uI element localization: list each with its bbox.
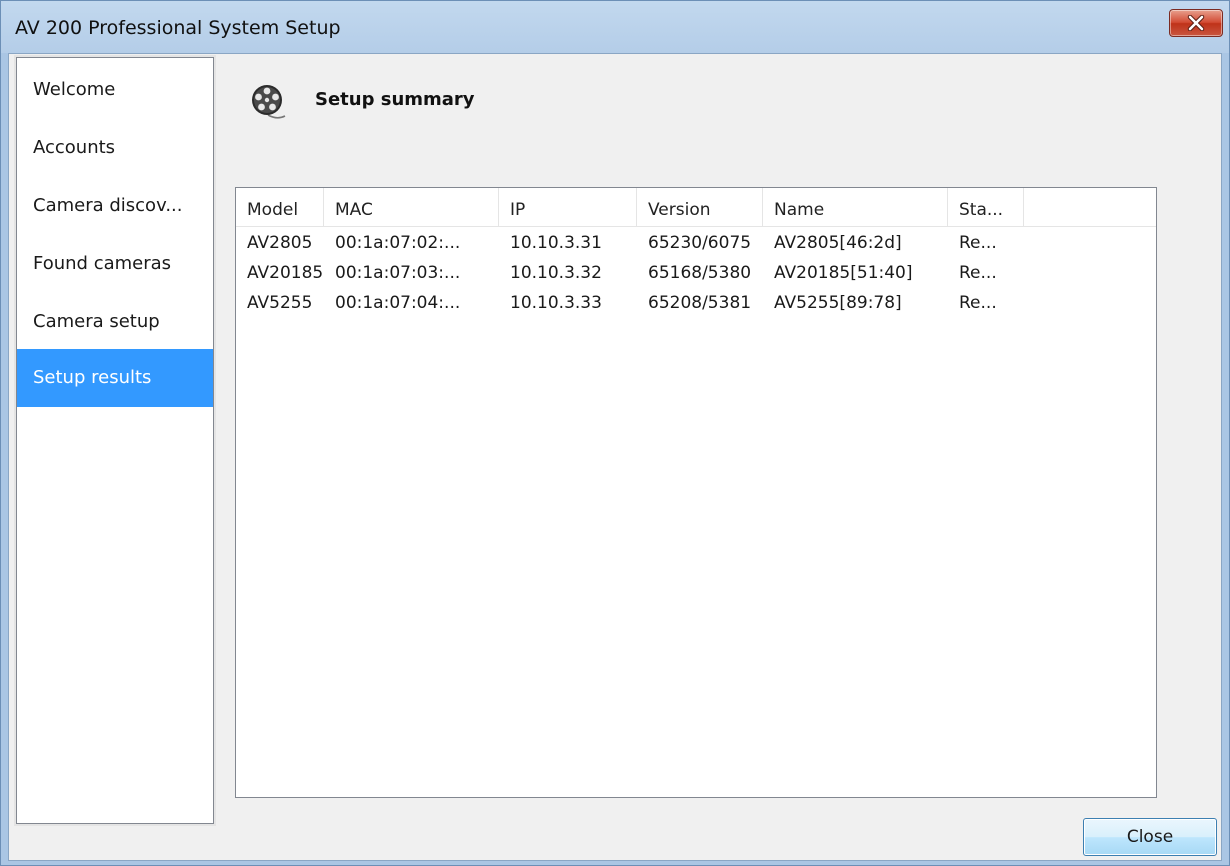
sidebar-item-setup-results[interactable]: Setup results [17,349,213,407]
wizard-step-list: Welcome Accounts Camera discov... Found … [14,55,216,826]
cell-status: Re... [959,263,997,283]
window-close-button[interactable] [1169,9,1223,37]
cell-mac: 00:1a:07:04:... [335,293,461,313]
cell-version: 65230/6075 [648,233,752,253]
column-header-mac[interactable]: MAC [324,188,499,226]
table-row[interactable]: AV2805 00:1a:07:02:... 10.10.3.31 65230/… [236,228,1156,259]
film-reel-icon [252,85,286,119]
cell-version: 65168/5380 [648,263,752,283]
cell-ip: 10.10.3.33 [510,293,602,313]
cell-model: AV5255 [247,293,313,313]
setup-window: AV 200 Professional System Setup Welcome… [0,0,1230,866]
title-bar[interactable]: AV 200 Professional System Setup [1,1,1229,53]
column-header-status[interactable]: Sta... [948,188,1024,226]
cell-name: AV2805[46:2d] [774,233,902,253]
column-header-name[interactable]: Name [763,188,948,226]
cell-ip: 10.10.3.31 [510,233,602,253]
cell-mac: 00:1a:07:02:... [335,233,461,253]
cell-mac: 00:1a:07:03:... [335,263,461,283]
cell-status: Re... [959,233,997,253]
setup-results-table[interactable]: Model MAC IP Version Name Sta... AV2805 … [235,187,1157,798]
cell-name: AV20185[51:40] [774,263,913,283]
cell-ip: 10.10.3.32 [510,263,602,283]
cell-name: AV5255[89:78] [774,293,902,313]
column-header-ip[interactable]: IP [499,188,637,226]
sidebar-item-welcome[interactable]: Welcome [17,61,213,119]
cell-model: AV20185 [247,263,324,283]
sidebar-item-found-cameras[interactable]: Found cameras [17,235,213,293]
page-title: Setup summary [315,89,475,110]
dialog-body: Welcome Accounts Camera discov... Found … [8,53,1222,861]
cell-model: AV2805 [247,233,313,253]
table-row[interactable]: AV20185 00:1a:07:03:... 10.10.3.32 65168… [236,258,1156,289]
table-header: Model MAC IP Version Name Sta... [236,188,1156,227]
sidebar-item-accounts[interactable]: Accounts [17,119,213,177]
column-header-version[interactable]: Version [637,188,763,226]
window-title: AV 200 Professional System Setup [15,17,341,39]
cell-version: 65208/5381 [648,293,752,313]
close-icon [1187,15,1205,31]
sidebar-item-camera-discovery[interactable]: Camera discov... [17,177,213,235]
table-row[interactable]: AV5255 00:1a:07:04:... 10.10.3.33 65208/… [236,288,1156,319]
sidebar-item-camera-setup[interactable]: Camera setup [17,293,213,351]
column-header-model[interactable]: Model [236,188,324,226]
close-button[interactable]: Close [1083,818,1217,856]
cell-status: Re... [959,293,997,313]
